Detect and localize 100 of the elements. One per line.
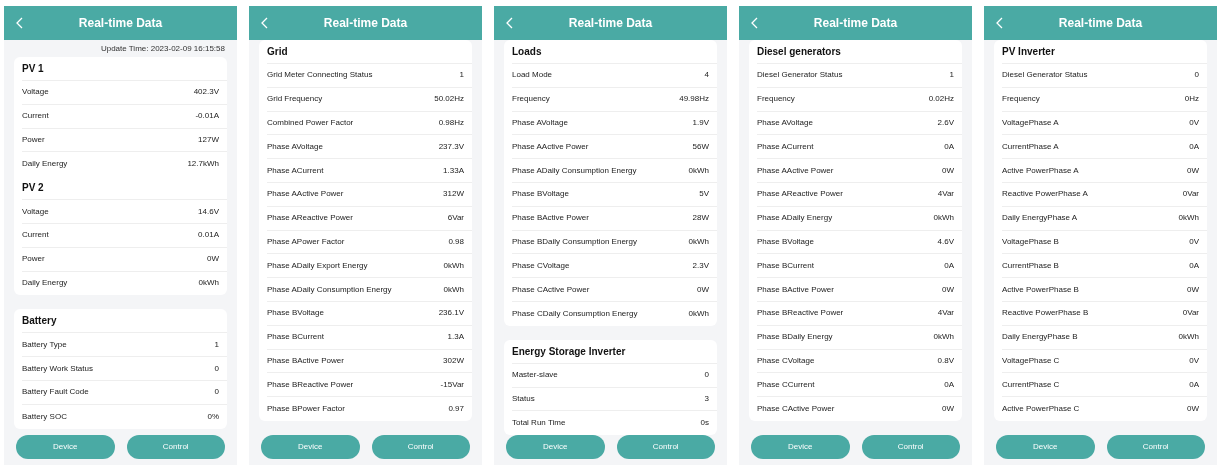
- row-value: 0.8V: [937, 355, 954, 367]
- row-label: Phase ADaily Consumption Energy: [512, 164, 637, 177]
- row-label: Daily Energy: [22, 158, 68, 171]
- back-chevron-icon: [505, 17, 513, 29]
- row-value: 1: [214, 338, 219, 351]
- row-label: Phase BActive Power: [757, 283, 834, 296]
- row-value: 4.6V: [937, 236, 954, 248]
- row-label: Phase CDaily Consumption Energy: [512, 307, 638, 320]
- row-value: 0: [704, 369, 709, 382]
- row-value: 237.3V: [438, 140, 464, 153]
- screen-title: Real-time Data: [323, 15, 408, 32]
- screen-title: Real-time Data: [568, 15, 653, 32]
- row-value: 0kWh: [1178, 331, 1199, 344]
- row-value: 0kWh: [1178, 212, 1199, 225]
- row-value: 1.3A: [447, 331, 464, 344]
- row-label: Phase BPower Factor: [267, 403, 345, 416]
- row-value: 0.02Hz: [928, 93, 954, 106]
- bottom-button[interactable]: Device: [506, 435, 605, 459]
- row-label: Phase CActive Power: [512, 283, 590, 296]
- row-label: Active PowerPhase A: [1002, 164, 1079, 177]
- row-value: 0kWh: [933, 331, 954, 344]
- row-value: 0.98: [448, 236, 464, 248]
- row-label: CurrentPhase C: [1002, 378, 1060, 391]
- back-chevron-icon: [260, 17, 268, 29]
- row-value: 0W: [942, 283, 954, 296]
- row-value: 0V: [1189, 117, 1199, 130]
- row-label: Phase AVoltage: [757, 117, 813, 130]
- row-label: Voltage: [22, 86, 49, 99]
- row-label: Daily EnergyPhase B: [1002, 331, 1078, 344]
- row-label: Phase AReactive Power: [267, 212, 353, 225]
- row-label: Phase BReactive Power: [757, 307, 844, 320]
- row-value: 4: [704, 69, 709, 82]
- row-value: 0kWh: [933, 212, 954, 225]
- row-label: Frequency: [512, 93, 550, 106]
- row-value: 0A: [944, 378, 954, 391]
- row-value: 4Var: [937, 307, 954, 320]
- row-label: Load Mode: [512, 69, 553, 82]
- row-value: 1.33A: [443, 164, 464, 177]
- row-label: Phase ADaily Export Energy: [267, 259, 368, 272]
- row-label: Daily Energy: [22, 277, 68, 290]
- row-value: 0kWh: [443, 283, 464, 296]
- row-value: 2.6V: [937, 117, 954, 130]
- row-label: Phase AVoltage: [267, 140, 323, 153]
- row-value: 302W: [443, 355, 464, 367]
- row-label: Phase BDaily Energy: [757, 331, 833, 344]
- row-label: Voltage: [22, 205, 49, 218]
- row-label: VoltagePhase C: [1002, 355, 1060, 367]
- section-title: PV Inverter: [1002, 45, 1055, 60]
- row-label: Phase BReactive Power: [267, 378, 354, 391]
- row-label: Phase CActive Power: [757, 403, 835, 416]
- row-value: 0kWh: [688, 164, 709, 177]
- row-label: Phase AReactive Power: [757, 188, 843, 201]
- row-label: Phase BVoltage: [512, 188, 569, 201]
- bottom-button[interactable]: Control: [616, 435, 715, 459]
- row-value: 0W: [1187, 283, 1199, 296]
- bottom-button[interactable]: Control: [861, 435, 960, 459]
- bottom-button[interactable]: Device: [751, 435, 850, 459]
- row-value: 236.1V: [438, 307, 464, 320]
- row-value: 0A: [1189, 259, 1199, 272]
- row-value: 28W: [692, 212, 709, 225]
- row-label: Current: [22, 110, 49, 123]
- row-value: 0A: [944, 259, 954, 272]
- row-label: VoltagePhase B: [1002, 236, 1059, 248]
- back-chevron-icon: [995, 17, 1003, 29]
- row-label: Battery Fault Code: [22, 386, 89, 399]
- row-value: 0A: [944, 140, 954, 153]
- row-value: -15Var: [440, 378, 464, 391]
- row-value: 312W: [443, 188, 464, 201]
- row-value: 1: [949, 69, 954, 82]
- row-value: 56W: [692, 140, 709, 153]
- row-value: 0A: [1189, 378, 1199, 391]
- row-value: 0.98Hz: [438, 117, 464, 130]
- bottom-button[interactable]: Device: [16, 435, 115, 459]
- bottom-button[interactable]: Control: [371, 435, 470, 459]
- row-label: Battery Type: [22, 338, 67, 351]
- row-value: 50.02Hz: [434, 93, 464, 106]
- row-label: Diesel Generator Status: [757, 69, 843, 82]
- row-value: 6Var: [447, 212, 464, 225]
- back-chevron-icon: [750, 17, 758, 29]
- row-value: 0V: [1189, 355, 1199, 367]
- row-value: 4Var: [937, 188, 954, 201]
- row-label: Combined Power Factor: [267, 117, 354, 130]
- bottom-button[interactable]: Control: [126, 435, 225, 459]
- row-label: Phase CCurrent: [757, 378, 815, 391]
- row-value: 3: [704, 392, 709, 405]
- row-label: Phase BDaily Consumption Energy: [512, 235, 637, 248]
- row-label: Diesel Generator Status: [1002, 69, 1088, 82]
- row-label: Power: [22, 253, 45, 266]
- bottom-button[interactable]: Control: [1106, 435, 1205, 459]
- row-value: 402.3V: [193, 86, 219, 99]
- row-label: Phase APower Factor: [267, 236, 345, 248]
- row-value: 0W: [697, 283, 709, 296]
- row-value: 5V: [699, 188, 709, 201]
- bottom-button[interactable]: Device: [261, 435, 360, 459]
- section-title: Battery: [22, 314, 57, 329]
- row-value: 0V: [1189, 236, 1199, 248]
- row-label: Total Run Time: [512, 417, 566, 430]
- section-title: Loads: [512, 45, 542, 59]
- bottom-button[interactable]: Device: [996, 435, 1095, 459]
- row-value: 0kWh: [688, 307, 709, 320]
